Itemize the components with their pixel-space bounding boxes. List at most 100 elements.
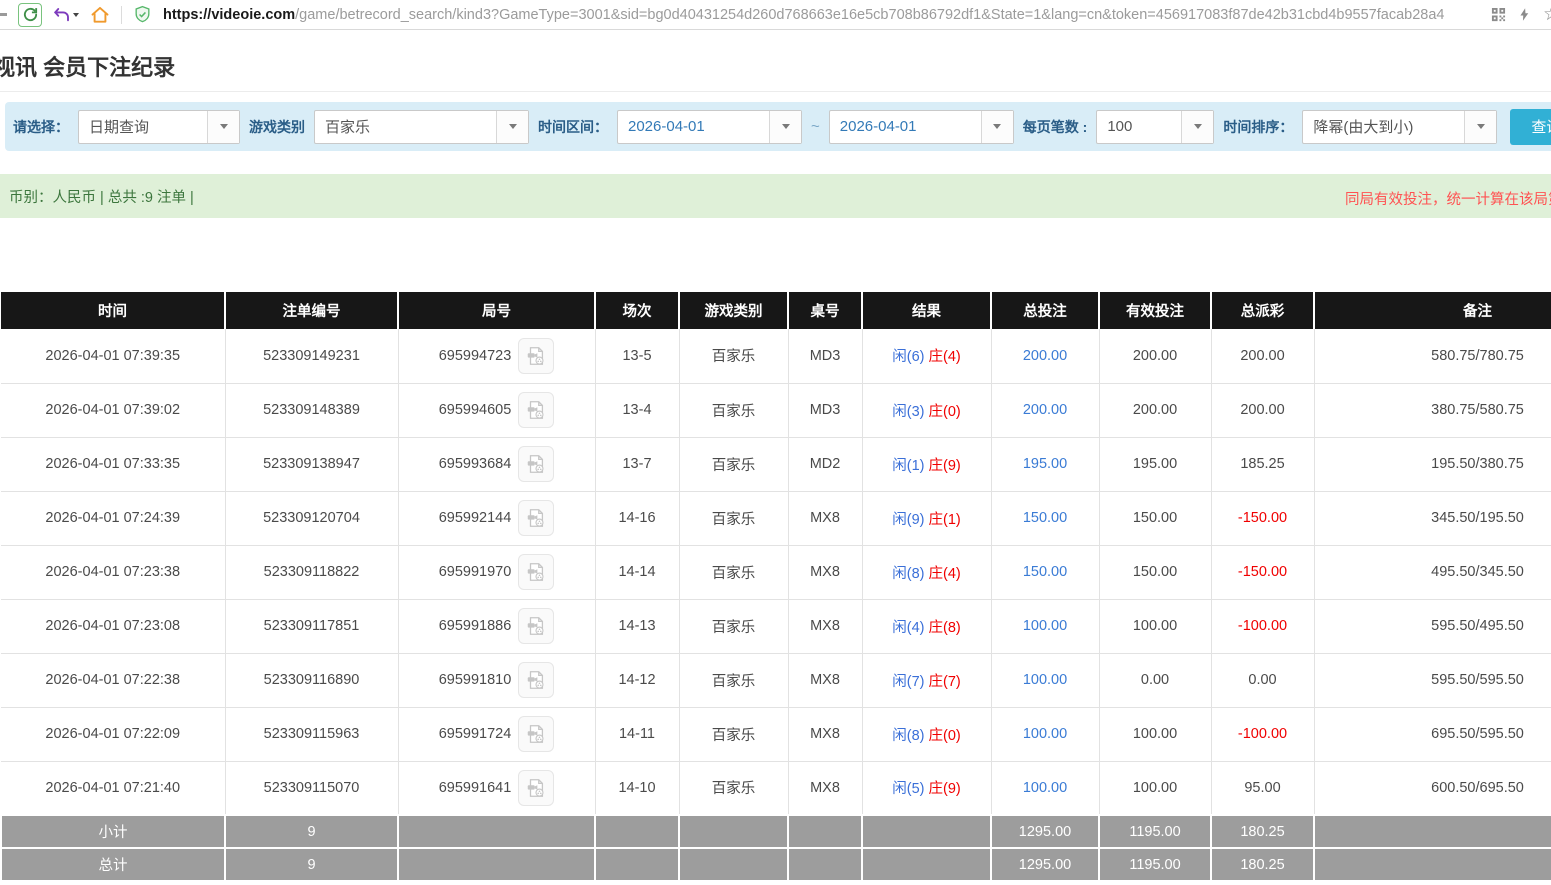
round-wrap: 695991724 — [399, 716, 595, 752]
toolbar-separator — [121, 6, 122, 24]
game-type-select[interactable]: 百家乐 — [314, 110, 529, 144]
valid-bet-cell: 100.00 — [1099, 707, 1211, 761]
site-security-badge[interactable] — [133, 5, 152, 24]
time-cell: 2026-04-01 07:39:02 — [1, 383, 225, 437]
search-button[interactable]: 查询 — [1510, 109, 1551, 145]
total-bet-cell[interactable]: 100.00 — [991, 599, 1099, 653]
note-cell: 695.50/595.50 — [1314, 707, 1551, 761]
undo-button[interactable] — [53, 6, 79, 24]
video-replay-button[interactable] — [518, 608, 554, 644]
payout-cell: 0.00 — [1211, 653, 1314, 707]
total-bet-cell[interactable]: 100.00 — [991, 653, 1099, 707]
time-cell: 2026-04-01 07:22:09 — [1, 707, 225, 761]
footer-label-cell: 小计 — [1, 815, 225, 848]
note-cell: 495.50/345.50 — [1314, 545, 1551, 599]
note-cell: 580.75/780.75 — [1314, 329, 1551, 383]
video-replay-button[interactable] — [518, 500, 554, 536]
result-cell: 闲(7) 庄(7) — [862, 653, 991, 707]
total-bet-cell[interactable]: 150.00 — [991, 545, 1099, 599]
date-from-picker[interactable]: 2026-04-01 — [617, 110, 802, 144]
valid-bet-cell: 100.00 — [1099, 599, 1211, 653]
footer-empty-cell — [862, 815, 991, 848]
session-cell: 13-5 — [595, 329, 679, 383]
footer-empty-cell — [398, 848, 595, 881]
round-id: 695994723 — [439, 348, 512, 364]
valid-bet-cell: 150.00 — [1099, 545, 1211, 599]
payout-cell: -150.00 — [1211, 545, 1314, 599]
game-type-cell: 百家乐 — [679, 599, 788, 653]
valid-bet-cell: 0.00 — [1099, 653, 1211, 707]
video-replay-button[interactable] — [518, 770, 554, 806]
video-file-icon — [525, 561, 547, 583]
game-type-cell: 百家乐 — [679, 761, 788, 815]
note-cell: 595.50/495.50 — [1314, 599, 1551, 653]
address-bar[interactable]: https://videoie.com/game/betrecord_searc… — [163, 7, 1480, 23]
video-replay-button[interactable] — [518, 662, 554, 698]
footer-empty-cell — [862, 848, 991, 881]
home-button[interactable] — [90, 5, 110, 25]
total-bet-cell[interactable]: 195.00 — [991, 437, 1099, 491]
footer-empty-cell — [595, 848, 679, 881]
notice-text: 同局有效投注，统一计算在该局第 — [1345, 188, 1551, 209]
page-title: 视讯 会员下注纪录 — [0, 50, 1551, 82]
sort-select[interactable]: 降幂(由大到小) — [1302, 110, 1497, 144]
total-bet-cell[interactable]: 100.00 — [991, 707, 1099, 761]
date-from-dropdown-button[interactable] — [769, 111, 801, 143]
video-replay-button[interactable] — [518, 392, 554, 428]
bet-id-cell: 523309148389 — [225, 383, 398, 437]
col-header-valid-bet: 有效投注 — [1099, 292, 1211, 329]
bet-id-cell: 523309115070 — [225, 761, 398, 815]
date-to-dropdown-button[interactable] — [981, 111, 1013, 143]
browser-toolbar: https://videoie.com/game/betrecord_searc… — [0, 0, 1551, 30]
undo-dropdown-caret-icon[interactable] — [73, 13, 79, 17]
bookmark-star-icon[interactable]: ☆ — [1543, 3, 1551, 26]
result-player: 闲(4) — [892, 620, 924, 636]
footer-valid-bet-cell: 1195.00 — [1099, 815, 1211, 848]
session-cell: 13-4 — [595, 383, 679, 437]
sort-dropdown-button[interactable] — [1464, 111, 1496, 143]
video-replay-button[interactable] — [518, 446, 554, 482]
video-replay-button[interactable] — [518, 338, 554, 374]
col-header-total-bet: 总投注 — [991, 292, 1099, 329]
valid-bet-cell: 200.00 — [1099, 383, 1211, 437]
reload-icon — [22, 6, 39, 23]
total-bet-cell[interactable]: 200.00 — [991, 383, 1099, 437]
footer-count-cell: 9 — [225, 848, 398, 881]
valid-bet-cell: 195.00 — [1099, 437, 1211, 491]
round-id: 695991810 — [439, 672, 512, 688]
game-type-cell: 百家乐 — [679, 329, 788, 383]
result-player: 闲(5) — [892, 781, 924, 797]
query-type-dropdown-button[interactable] — [207, 111, 239, 143]
total-bet-cell[interactable]: 100.00 — [991, 761, 1099, 815]
bet-id-cell: 523309115963 — [225, 707, 398, 761]
total-bet-cell[interactable]: 200.00 — [991, 329, 1099, 383]
result-player: 闲(9) — [892, 512, 924, 528]
payout-cell: 185.25 — [1211, 437, 1314, 491]
video-replay-button[interactable] — [518, 716, 554, 752]
result-cell: 闲(5) 庄(9) — [862, 761, 991, 815]
note-cell: 195.50/380.75 — [1314, 437, 1551, 491]
round-cell: 695991724 — [398, 707, 595, 761]
footer-count-cell: 9 — [225, 815, 398, 848]
date-range-label: 时间区间： — [538, 117, 608, 137]
page-size-dropdown-button[interactable] — [1181, 111, 1213, 143]
video-replay-button[interactable] — [518, 554, 554, 590]
time-cell: 2026-04-01 07:39:35 — [1, 329, 225, 383]
result-cell: 闲(3) 庄(0) — [862, 383, 991, 437]
qr-code-button[interactable] — [1491, 7, 1506, 22]
result-player: 闲(1) — [892, 458, 924, 474]
reload-button[interactable] — [18, 3, 42, 27]
date-to-picker[interactable]: 2026-04-01 — [829, 110, 1014, 144]
round-wrap: 695991886 — [399, 608, 595, 644]
table-no-cell: MX8 — [788, 653, 862, 707]
table-row: 2026-04-01 07:23:08523309117851695991886… — [1, 599, 1551, 653]
chevron-down-icon — [220, 124, 228, 129]
total-bet-cell[interactable]: 150.00 — [991, 491, 1099, 545]
game-type-cell: 百家乐 — [679, 653, 788, 707]
page-size-select[interactable]: 100 — [1096, 110, 1214, 144]
game-type-dropdown-button[interactable] — [496, 111, 528, 143]
lightning-button[interactable] — [1517, 7, 1532, 22]
game-type-label: 游戏类别 — [249, 117, 305, 137]
page-header: 视讯 会员下注纪录 — [0, 30, 1551, 92]
query-type-select[interactable]: 日期查询 — [78, 110, 240, 144]
